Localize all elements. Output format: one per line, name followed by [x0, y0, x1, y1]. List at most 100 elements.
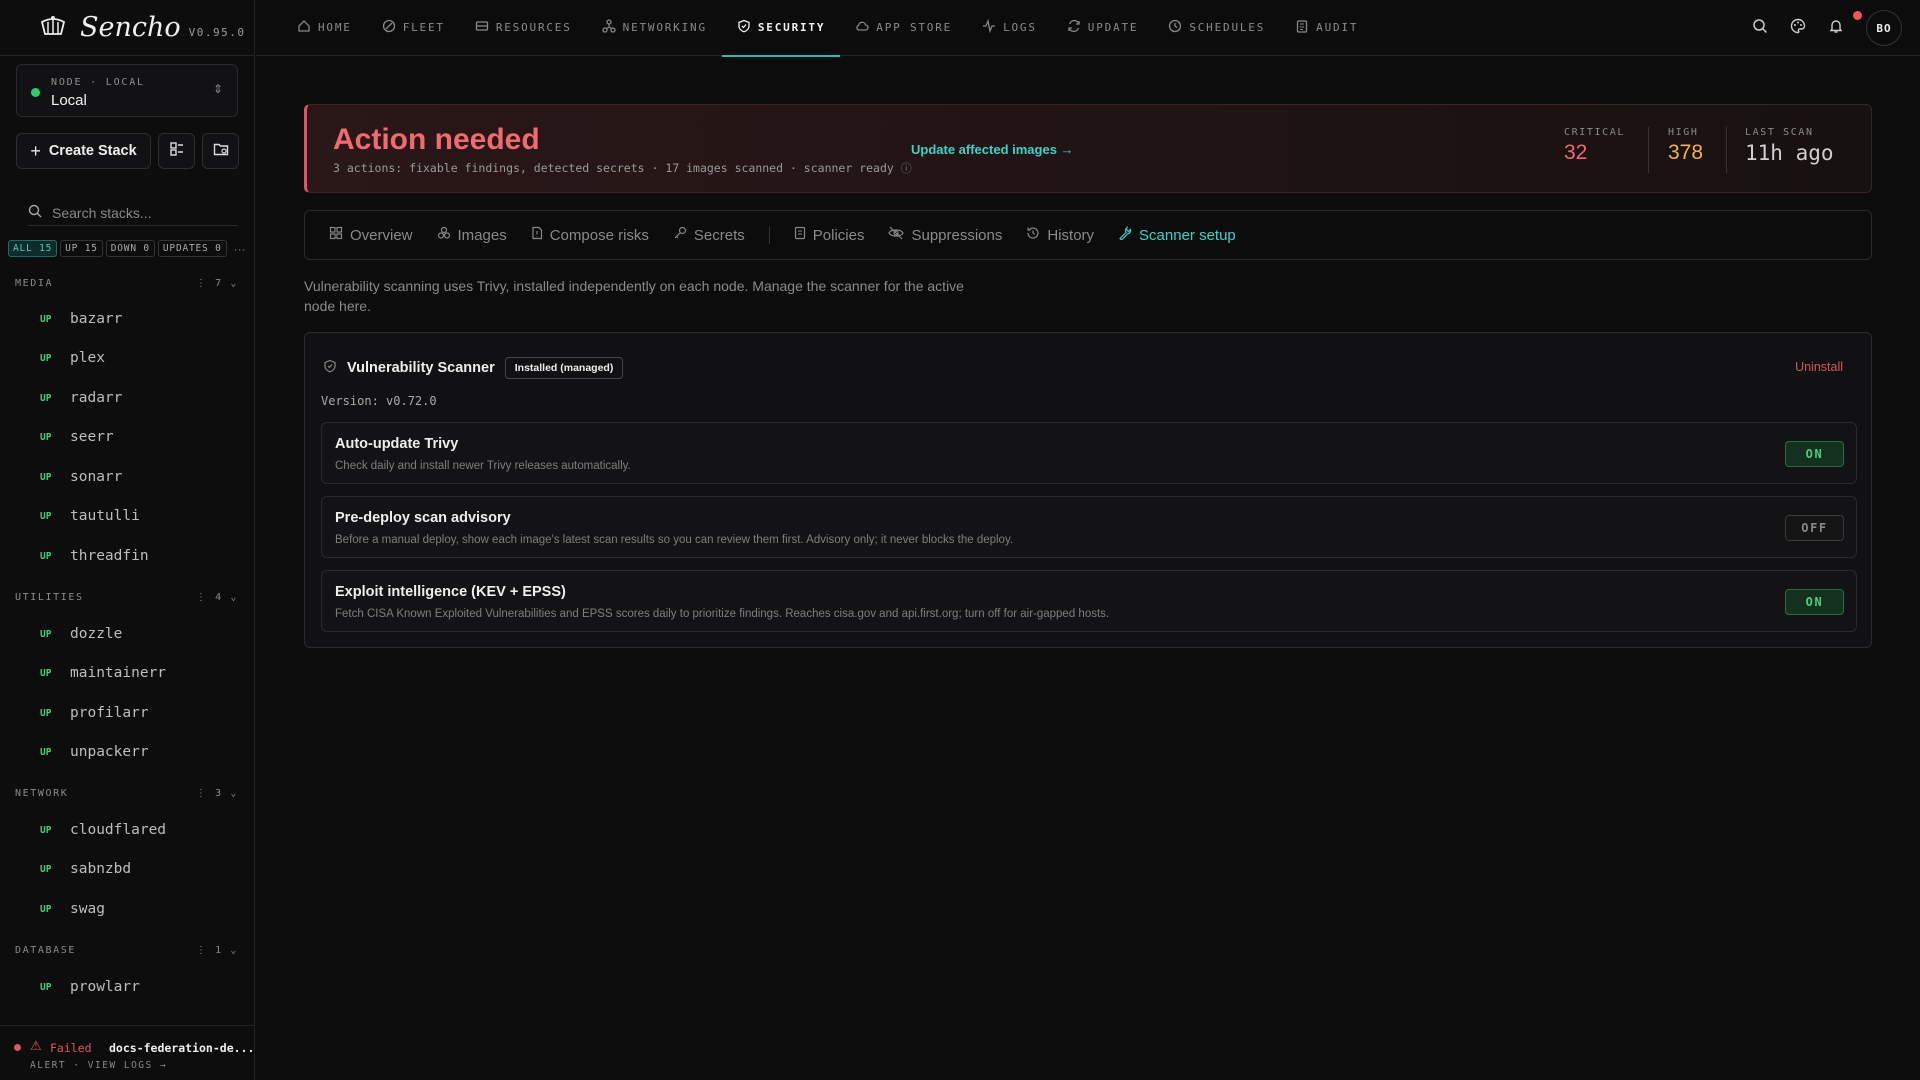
nav-update[interactable]: UPDATE — [1052, 0, 1154, 56]
stack-item[interactable]: UP sabnzbd — [40, 861, 131, 877]
stack-name: radarr — [70, 390, 123, 406]
tab-label: Policies — [812, 226, 865, 244]
app-version: V0.95.0 — [188, 25, 246, 39]
stack-name: tautulli — [70, 508, 140, 524]
nav-resources[interactable]: RESOURCES — [460, 0, 587, 56]
nav-label: SECURITY — [757, 21, 826, 34]
group-name: NETWORK — [15, 788, 69, 799]
security-tabs: Overview Images Compose risks Secrets Po… — [304, 210, 1872, 260]
filter-up[interactable]: UP 15 — [60, 240, 103, 257]
alert-dot — [14, 1044, 21, 1051]
option-description: Before a manual deploy, show each image'… — [335, 534, 1014, 546]
plus-icon: + — [30, 140, 41, 161]
stack-name: swag — [70, 901, 105, 917]
shield-check-icon — [323, 359, 337, 378]
nav-home[interactable]: HOME — [282, 0, 367, 56]
palette-icon[interactable] — [1790, 18, 1806, 39]
stack-item[interactable]: UP bazarr — [40, 311, 122, 327]
brand[interactable]: Sencho V0.95.0 — [0, 0, 254, 56]
tab-overview[interactable]: Overview — [329, 226, 413, 244]
filter-updates[interactable]: UPDATES 0 — [157, 240, 227, 257]
tab-policies[interactable]: Policies — [794, 226, 865, 244]
update-images-link[interactable]: Update affected images → — [911, 142, 1074, 157]
stack-item[interactable]: UP dozzle — [40, 626, 122, 642]
nav-audit[interactable]: AUDIT — [1280, 0, 1373, 56]
create-stack-label: Create Stack — [48, 143, 137, 159]
group-header-media[interactable]: MEDIA ⋮ 7 ⌄ — [15, 278, 238, 289]
stack-item[interactable]: UP maintainerr — [40, 665, 166, 681]
exploit-intel-toggle[interactable]: ON — [1785, 589, 1844, 615]
node-status-dot — [31, 88, 40, 97]
more-filters-icon[interactable]: ··· — [234, 242, 246, 256]
tab-label: Suppressions — [911, 226, 1003, 244]
stack-item[interactable]: UP sonarr — [40, 469, 122, 485]
option-pre-deploy: Pre-deploy scan advisory Before a manual… — [321, 496, 1857, 558]
tab-secrets[interactable]: Secrets — [673, 226, 745, 244]
deploy-alert[interactable]: ⚠ Failed docs-federation-de... ALERT · V… — [0, 1025, 255, 1080]
nav-logs[interactable]: LOGS — [967, 0, 1052, 56]
node-selector[interactable]: NODE · LOCAL Local ⇕ — [16, 64, 238, 117]
tab-divider — [768, 226, 770, 244]
group-header-utilities[interactable]: UTILITIES ⋮ 4 ⌄ — [15, 592, 238, 603]
nav-security[interactable]: SECURITY — [721, 0, 841, 57]
activity-icon — [982, 18, 996, 36]
group-name: UTILITIES — [15, 592, 84, 603]
stack-name: plex — [70, 350, 105, 366]
nav-app-store[interactable]: APP STORE — [840, 0, 967, 56]
stack-item[interactable]: UP cloudflared — [40, 822, 166, 838]
stat-critical: CRITICAL 32 — [1564, 127, 1625, 165]
stack-item[interactable]: UP radarr — [40, 390, 122, 406]
tab-history[interactable]: History — [1026, 226, 1094, 244]
info-icon[interactable]: ⓘ — [901, 162, 912, 175]
key-icon — [673, 226, 687, 244]
stack-search[interactable]: Search stacks... — [28, 200, 238, 226]
stack-view-button[interactable] — [158, 133, 195, 169]
shield-icon — [737, 19, 751, 36]
top-nav: HOME FLEET RESOURCES NETWORKING SECURITY… — [256, 0, 1920, 57]
filter-count: 0 — [215, 243, 222, 254]
bell-icon[interactable] — [1828, 10, 1862, 39]
stack-item[interactable]: UP prowlarr — [40, 979, 140, 995]
nav-schedules[interactable]: SCHEDULES — [1153, 0, 1280, 56]
group-name: MEDIA — [15, 278, 54, 289]
create-stack-button[interactable]: + Create Stack — [16, 133, 151, 169]
stack-item[interactable]: UP plex — [40, 350, 105, 366]
pre-deploy-toggle[interactable]: OFF — [1785, 515, 1844, 541]
networking-icon — [601, 19, 616, 36]
tab-compose-risks[interactable]: Compose risks — [531, 226, 649, 244]
stack-item[interactable]: UP seerr — [40, 429, 114, 445]
stack-name: cloudflared — [70, 822, 167, 838]
cloud-icon — [855, 19, 869, 36]
stack-item[interactable]: UP swag — [40, 901, 105, 917]
tab-scanner-setup[interactable]: Scanner setup — [1118, 226, 1236, 244]
auto-update-toggle[interactable]: ON — [1785, 441, 1844, 467]
stack-item[interactable]: UP threadfin — [40, 548, 149, 564]
stack-item[interactable]: UP unpackerr — [40, 744, 149, 760]
tab-images[interactable]: Images — [437, 226, 507, 244]
avatar[interactable]: BO — [1866, 10, 1902, 46]
scanner-version: Version: v0.72.0 — [321, 394, 437, 408]
folder-button[interactable] — [202, 133, 239, 169]
stat-value: 378 — [1668, 141, 1704, 164]
uninstall-button[interactable]: Uninstall — [1795, 360, 1843, 374]
group-header-network[interactable]: NETWORK ⋮ 3 ⌄ — [15, 788, 238, 799]
status-badge: UP — [40, 707, 52, 719]
search-icon[interactable] — [1752, 18, 1768, 39]
nav-fleet[interactable]: FLEET — [367, 0, 460, 56]
stack-item[interactable]: UP profilarr — [40, 705, 149, 721]
filter-all[interactable]: ALL 15 — [8, 240, 58, 257]
tab-suppressions[interactable]: Suppressions — [888, 226, 1002, 244]
stack-name: sabnzbd — [70, 861, 132, 877]
status-badge: UP — [40, 313, 52, 325]
filter-down[interactable]: DOWN 0 — [105, 240, 155, 257]
status-badge: UP — [40, 863, 52, 875]
filter-label: DOWN — [110, 243, 137, 254]
group-header-database[interactable]: DATABASE ⋮ 1 ⌄ — [15, 945, 238, 956]
nav-label: FLEET — [402, 21, 445, 34]
stack-name: bazarr — [70, 311, 123, 327]
stack-item[interactable]: UP tautulli — [40, 508, 140, 524]
tab-label: Overview — [350, 226, 413, 244]
nav-networking[interactable]: NETWORKING — [587, 0, 722, 56]
tab-label: History — [1047, 226, 1095, 244]
alert-links[interactable]: ALERT · VIEW LOGS → — [30, 1060, 167, 1071]
